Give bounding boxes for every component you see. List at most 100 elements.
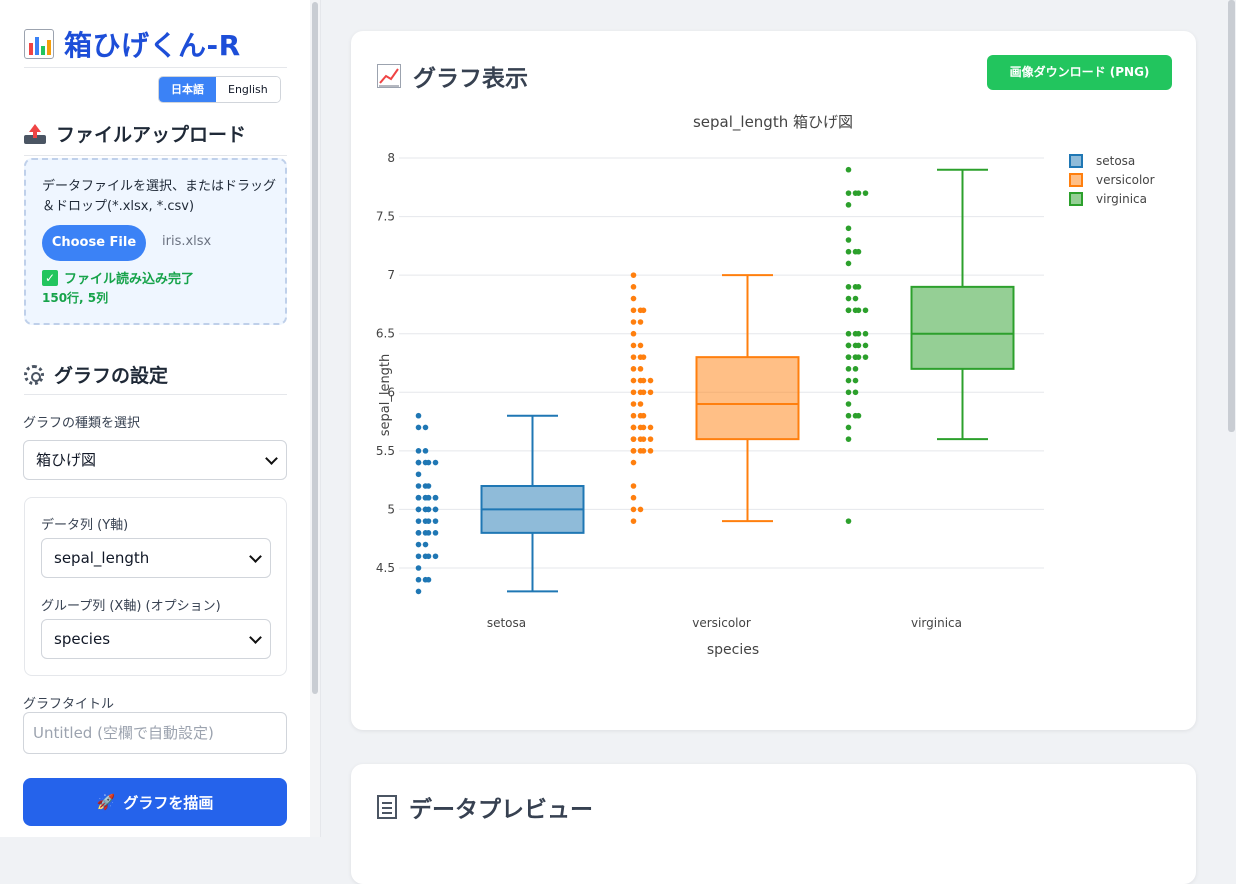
virginica-point [855, 190, 862, 196]
versicolor-point [647, 424, 654, 431]
versicolor-point [640, 448, 647, 454]
virginica-point [845, 307, 852, 314]
lang-en-button[interactable]: English [216, 77, 280, 102]
virginica-legend-label: virginica [1096, 192, 1147, 206]
data-preview-card: データプレビュー [351, 764, 1196, 884]
virginica-point [845, 401, 852, 407]
graph-title-input[interactable]: Untitled (空欄で自動設定) [23, 712, 287, 754]
versicolor-point [630, 377, 637, 384]
virginica-point [845, 412, 852, 419]
versicolor-point [630, 483, 637, 489]
versicolor-point [637, 319, 644, 325]
virginica-point [845, 377, 852, 384]
versicolor-point [640, 377, 647, 384]
divider [24, 155, 287, 156]
chart-type-select[interactable]: 箱ひげ図 [23, 440, 287, 480]
setosa-point [415, 412, 422, 419]
virginica-point [852, 354, 859, 360]
virginica-point [845, 202, 852, 208]
main-scrollbar-thumb[interactable] [1228, 0, 1235, 432]
setosa-point [432, 494, 439, 501]
setosa-point [415, 494, 422, 501]
graph-card: グラフ表示 画像ダウンロード (PNG) 4.5 5 5.5 6 6.5 7 7.5 8 se… [351, 31, 1196, 730]
virginica-point [852, 295, 859, 302]
versicolor-point [640, 354, 647, 360]
versicolor-legend-label: versicolor [1096, 173, 1155, 187]
y-tick-label: 7.5 [376, 210, 395, 224]
virginica-point [845, 354, 852, 360]
virginica-point [855, 330, 862, 337]
virginica-point [855, 412, 862, 419]
virginica-point [845, 518, 852, 524]
versicolor-point [637, 401, 644, 407]
virginica-point [845, 330, 852, 337]
x-column-select[interactable]: species [41, 619, 271, 659]
virginica-point [855, 307, 862, 314]
y-tick-label: 4.5 [376, 561, 395, 575]
y-tick-label: 7 [387, 268, 395, 282]
language-switch: 日本語 English [158, 76, 281, 103]
setosa-point [432, 530, 439, 536]
upload-status: ✓ ファイル読み込み完了 [42, 268, 194, 287]
virginica-point [845, 342, 852, 349]
file-dropzone[interactable]: データファイルを選択、またはドラッグ＆ドロップ(*.xlsx, *.csv) C… [24, 158, 287, 325]
chart-type-value: 箱ひげ図 [36, 451, 97, 469]
virginica-point [855, 248, 862, 255]
setosa-point [425, 483, 432, 489]
choose-file-button[interactable]: Choose File [42, 225, 146, 261]
setosa-point [432, 518, 439, 524]
setosa-point [425, 518, 432, 524]
y-tick-label: 5 [387, 502, 395, 516]
x-axis-title: species [707, 642, 759, 658]
setosa-point [415, 530, 422, 536]
versicolor-point [637, 506, 644, 513]
setosa-point [415, 553, 422, 560]
x-column-value: species [54, 630, 111, 648]
app-title: 箱ひげくん-R [64, 29, 241, 62]
preview-card-header: データプレビュー [377, 790, 593, 824]
setosa-point [432, 459, 439, 466]
versicolor-point [640, 436, 647, 442]
versicolor-point [630, 459, 637, 466]
sidebar-scrollbar-thumb[interactable] [312, 2, 318, 694]
setosa-point [422, 541, 429, 548]
virginica-point [845, 389, 852, 396]
versicolor-point [630, 424, 637, 431]
setosa-point [415, 518, 422, 524]
upload-section-title: ファイルアップロード [24, 120, 246, 147]
versicolor-point [647, 377, 654, 384]
rows-cols-count: 150行, 5列 [42, 291, 109, 305]
setosa-point [432, 553, 439, 560]
x-column-label: グループ列 (X軸) (オプション) [41, 599, 221, 614]
versicolor-point [630, 342, 637, 349]
virginica-point [852, 366, 859, 372]
chart-title: sepal_length 箱ひげ図 [693, 113, 853, 132]
y-column-label: データ列 (Y軸) [41, 518, 129, 533]
divider [24, 67, 287, 68]
setosa-point [422, 448, 429, 454]
versicolor-point [637, 342, 644, 349]
virginica-point [845, 366, 852, 372]
setosa-point [425, 506, 432, 513]
virginica-point [845, 260, 852, 267]
setosa-point [432, 506, 439, 513]
versicolor-point [630, 330, 637, 337]
y-tick-label: 8 [387, 151, 395, 165]
virginica-point [845, 166, 852, 173]
settings-section-title: グラフの設定 [24, 361, 168, 388]
virginica-point [862, 342, 869, 349]
setosa-point [425, 553, 432, 560]
virginica-point [845, 295, 852, 302]
versicolor-point [630, 389, 637, 396]
versicolor-point [630, 319, 637, 325]
bar-chart-icon [24, 29, 54, 59]
virginica-point [855, 342, 862, 349]
setosa-point [422, 424, 429, 431]
lang-ja-button[interactable]: 日本語 [159, 77, 216, 102]
virginica-point [852, 389, 859, 396]
check-icon: ✓ [42, 269, 58, 286]
virginica-point [845, 190, 852, 196]
y-column-select[interactable]: sepal_length [41, 538, 271, 578]
gear-icon [24, 364, 44, 385]
draw-graph-button[interactable]: 🚀 グラフを描画 [23, 778, 287, 826]
